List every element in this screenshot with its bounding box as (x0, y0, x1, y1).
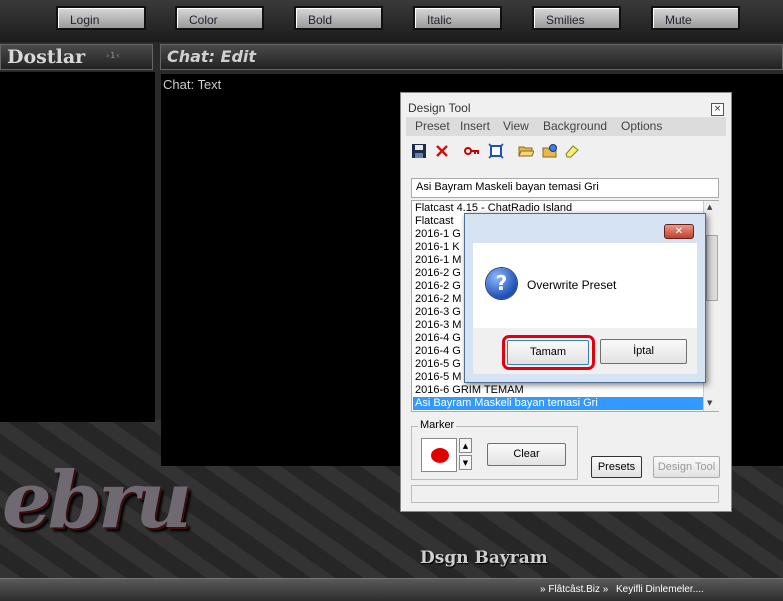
scroll-up-icon[interactable]: ▲ (707, 203, 712, 211)
ok-button[interactable]: Tamam (507, 340, 589, 365)
preset-list-item[interactable]: Asi Bayram Maskeli bayan temasi Gri (413, 397, 703, 410)
open-folder-icon[interactable] (518, 143, 535, 159)
friends-list[interactable] (0, 72, 155, 422)
status-message: Keyifli Dinlemeler.... (616, 584, 704, 595)
scroll-down-icon[interactable]: ▼ (707, 399, 712, 407)
scroll-thumb[interactable] (706, 235, 718, 301)
menu-options[interactable]: Options (621, 119, 662, 133)
fit-icon[interactable] (488, 143, 504, 159)
menu-bar: Preset Insert View Background Options (406, 117, 726, 136)
menu-view[interactable]: View (503, 119, 529, 133)
mute-button[interactable]: Mute (651, 6, 740, 30)
friends-title: Dostlar (7, 46, 86, 68)
preset-list-item[interactable]: 2016-1 K (415, 241, 460, 254)
color-button[interactable]: Color (175, 6, 264, 30)
settings-folder-icon[interactable] (542, 143, 558, 159)
chat-text-label: Chat: Text (163, 77, 222, 92)
preset-list-item[interactable]: 2016-1 G (415, 228, 461, 241)
preset-list-item[interactable]: 2016-3 G (415, 306, 461, 319)
design-tool-button: Design Tool (653, 456, 720, 478)
preset-list-item[interactable]: 2016-5 G (415, 358, 461, 371)
ebru-logo: ebru (2, 455, 192, 546)
preset-list-item[interactable]: 2016-2 M (415, 293, 461, 306)
site-link[interactable]: » Flâtcâst.Biz » (540, 584, 608, 595)
design-toolbar (406, 139, 726, 165)
key-icon[interactable] (464, 143, 480, 159)
chat-edit-header: Chat: Edit (160, 44, 783, 70)
window-title: Design Tool (408, 101, 471, 115)
preset-list-item[interactable]: 2016-6 GRIM TEMAM (415, 384, 524, 397)
smilies-button[interactable]: Smilies (532, 6, 621, 30)
marker-color-swatch[interactable] (421, 438, 457, 472)
delete-icon[interactable] (434, 143, 450, 159)
friends-header: Dostlar ›1‹ (0, 44, 153, 70)
dialog-close-icon[interactable]: ✕ (664, 224, 694, 239)
preset-list-item[interactable]: 2016-2 G (415, 280, 461, 293)
preset-list-item[interactable]: 2016-2 G (415, 267, 461, 280)
design-tool-status-field (411, 485, 719, 503)
designer-signature: Dsgn Bayram (420, 548, 548, 568)
close-icon[interactable]: × (711, 103, 724, 116)
save-icon[interactable] (411, 143, 427, 159)
preset-name-input[interactable]: Asi Bayram Maskeli bayan temasi Gri (411, 178, 719, 198)
marker-spin-up[interactable]: ▲ (459, 438, 472, 453)
eraser-icon[interactable] (564, 143, 580, 159)
presets-button[interactable]: Presets (591, 456, 642, 478)
preset-list-item[interactable]: 2016-5 M (415, 371, 461, 384)
cancel-button[interactable]: İptal (600, 339, 687, 364)
clear-button[interactable]: Clear (487, 443, 566, 466)
marker-color-dot (431, 448, 449, 463)
top-toolbar: Login Color Bold Italic Smilies Mute (0, 0, 783, 42)
menu-insert[interactable]: Insert (460, 119, 490, 133)
italic-button[interactable]: Italic (413, 6, 502, 30)
preset-list-item[interactable]: Flatcast (415, 215, 454, 228)
preset-list-item[interactable]: 2016-4 G (415, 345, 461, 358)
friends-count: ›1‹ (106, 51, 121, 60)
status-bar: » Flâtcâst.Biz » Keyifli Dinlemeler.... (0, 578, 783, 601)
marker-spin-down[interactable]: ▼ (459, 455, 472, 470)
bold-button[interactable]: Bold (294, 6, 383, 30)
menu-background[interactable]: Background (543, 119, 607, 133)
marker-legend: Marker (418, 419, 457, 431)
chat-edit-title: Chat: Edit (167, 47, 257, 66)
login-button[interactable]: Login (56, 6, 146, 30)
preset-list-item[interactable]: 2016-1 M (415, 254, 461, 267)
question-icon: ? (486, 268, 517, 299)
menu-preset[interactable]: Preset (415, 119, 450, 133)
preset-list-item[interactable]: 2016-3 M (415, 319, 461, 332)
preset-list-item[interactable]: 2016-4 G (415, 332, 461, 345)
dialog-message: Overwrite Preset (527, 278, 617, 292)
